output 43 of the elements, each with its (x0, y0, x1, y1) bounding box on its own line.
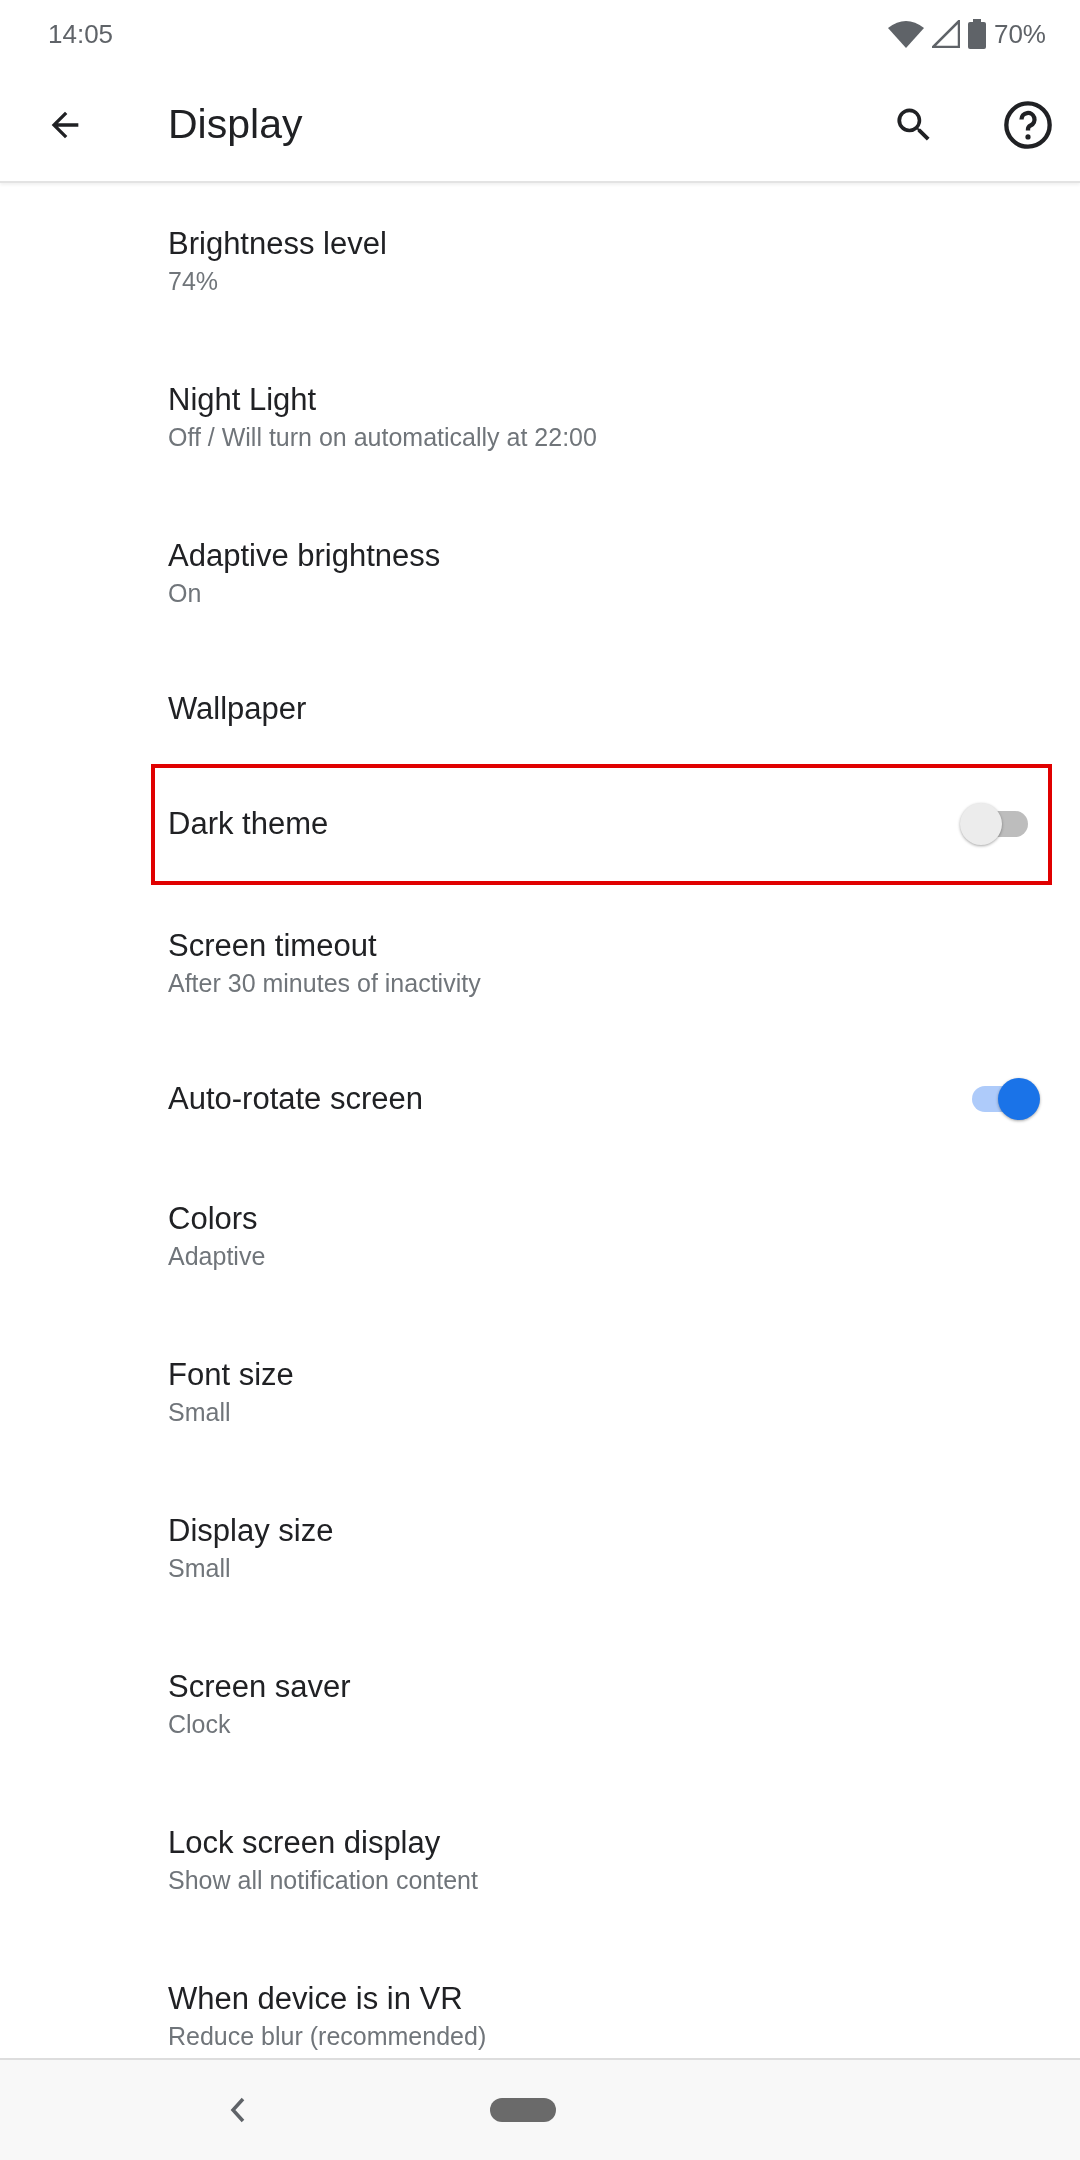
setting-row[interactable]: Display size Small (0, 1469, 1080, 1626)
setting-summary: Off / Will turn on automatically at 22:00 (168, 421, 597, 453)
help-icon (1002, 98, 1054, 151)
setting-row[interactable]: Auto-rotate screen (0, 1040, 1080, 1158)
battery-percent: 70% (993, 17, 1046, 51)
setting-title: Colors (168, 1199, 259, 1238)
battery-icon (967, 19, 986, 50)
setting-title: Screen saver (168, 1667, 351, 1706)
setting-row[interactable]: Colors Adaptive (0, 1157, 1080, 1314)
setting-row[interactable]: Adaptive brightness On (0, 494, 1080, 651)
setting-row[interactable]: Screen saver Clock (0, 1625, 1080, 1782)
setting-title: Adaptive brightness (168, 536, 441, 575)
setting-summary: Small (168, 1552, 232, 1584)
status-time: 14:05 (48, 17, 114, 51)
wifi-icon (887, 20, 924, 49)
highlighted-setting-row[interactable]: Dark theme (151, 763, 1052, 885)
setting-summary: Small (168, 1396, 232, 1428)
setting-title: Dark theme (168, 805, 329, 844)
setting-title: Font size (168, 1355, 294, 1394)
setting-summary: Show all notification content (168, 1864, 478, 1896)
setting-row[interactable]: Screen timeout After 30 minutes of inactivity (0, 884, 1080, 1041)
setting-title: When device is in VR (168, 1979, 464, 2018)
setting-title: Auto-rotate screen (168, 1080, 424, 1119)
setting-row[interactable]: Lock screen display Show all notification content (0, 1781, 1080, 1938)
setting-summary: Clock (168, 1708, 232, 1740)
setting-title: Screen timeout (168, 926, 378, 965)
setting-summary: On (168, 577, 203, 609)
setting-row[interactable]: Night Light Off / Will turn on automatically at 22:00 (0, 338, 1080, 495)
setting-title: Display size (168, 1511, 334, 1550)
setting-summary: 74% (168, 265, 220, 297)
setting-row[interactable]: When device is in VR Reduce blur (recommended) (0, 1937, 1080, 2058)
page-title: Display (168, 99, 303, 149)
setting-summary: Reduce blur (recommended) (168, 2020, 487, 2052)
setting-summary: Adaptive (168, 1240, 266, 1272)
setting-row[interactable]: Brightness level 74% (0, 182, 1080, 339)
setting-summary: After 30 minutes of inactivity (168, 967, 481, 999)
setting-title: Wallpaper (168, 690, 307, 729)
setting-row[interactable]: Font size Small (0, 1313, 1080, 1470)
signal-icon (931, 20, 960, 49)
setting-title: Lock screen display (168, 1823, 442, 1862)
setting-title: Brightness level (168, 224, 387, 263)
home-button[interactable] (490, 2098, 556, 2122)
setting-title: Night Light (168, 380, 318, 419)
